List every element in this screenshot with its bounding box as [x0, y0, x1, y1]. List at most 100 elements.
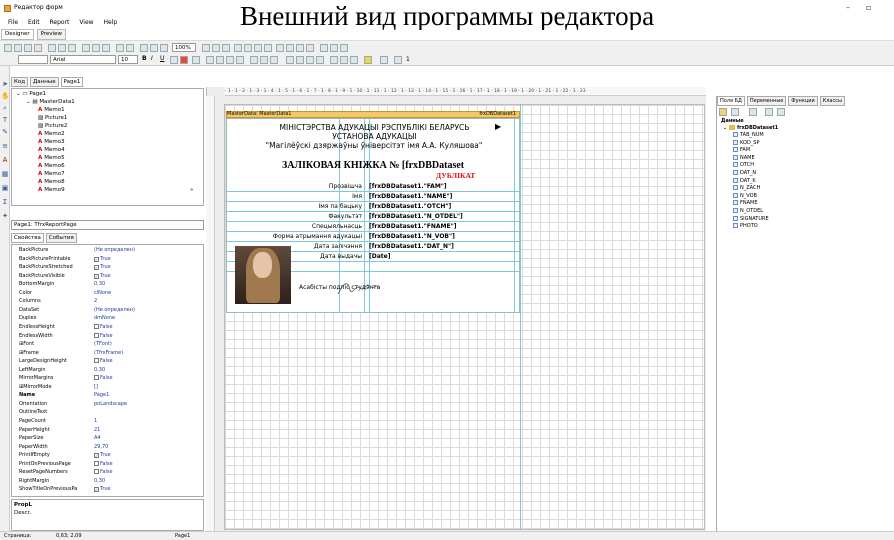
text-bottom-icon[interactable] — [270, 56, 278, 64]
property-row[interactable]: PaperSize A4 — [12, 435, 196, 441]
undo-icon[interactable] — [116, 44, 124, 52]
property-row[interactable]: BackPictureVisible ✓ True — [12, 273, 196, 279]
highlight-icon[interactable] — [170, 56, 178, 64]
checked-checkbox[interactable]: ✓ — [94, 487, 99, 493]
minimize-button[interactable]: – — [846, 3, 850, 12]
band-tool-icon[interactable]: ≡ — [1, 142, 9, 150]
new-page-icon[interactable] — [48, 44, 56, 52]
group-icon[interactable] — [140, 44, 148, 52]
field-icon[interactable] — [765, 108, 773, 116]
property-value[interactable]: False — [94, 375, 113, 381]
text-right-icon[interactable] — [226, 56, 234, 64]
property-value[interactable]: ✓ True — [94, 452, 111, 459]
expand-panel-icon[interactable]: » — [190, 187, 193, 194]
new-dialog-icon[interactable] — [58, 44, 66, 52]
preview-icon[interactable] — [34, 44, 42, 52]
dataset-field[interactable]: TAB_NUM — [733, 132, 764, 138]
dataset-field[interactable]: N_OTDEL — [733, 208, 763, 214]
cut-icon[interactable] — [82, 44, 90, 52]
property-value[interactable]: ✓ True — [94, 486, 111, 493]
more-objects-icon[interactable]: ✦ — [1, 212, 9, 220]
object-select[interactable]: Page1: TfrxReportPage — [11, 220, 204, 230]
property-value[interactable]: False — [94, 469, 113, 475]
align-right-icon[interactable] — [244, 44, 252, 52]
frame-bottom-icon[interactable] — [296, 56, 304, 64]
report-row-field[interactable]: [frxDBDataset1."FAM"] — [369, 183, 447, 190]
property-row[interactable]: BackPictureStretched ✓ True — [12, 264, 196, 271]
property-value[interactable]: 1 — [94, 418, 97, 424]
paste-icon[interactable] — [102, 44, 110, 52]
record-book-heading[interactable]: ЗАЛІКОВАЯ КНІЖКА № [frxDBDataset — [282, 160, 464, 171]
property-row[interactable]: PaperHeight 21 — [12, 427, 196, 433]
tab-functions[interactable]: Функции — [788, 96, 818, 106]
tab-classes[interactable]: Классы — [819, 96, 845, 106]
delete-page-icon[interactable] — [68, 44, 76, 52]
frame-width-value[interactable]: 1 — [406, 56, 410, 63]
tree-item[interactable]: ⌄ ▤ MasterData1 — [26, 99, 75, 106]
menu-edit[interactable]: Edit — [28, 17, 40, 28]
duplicate-label[interactable]: ДУБЛІКАТ — [436, 171, 475, 180]
property-value[interactable]: False — [94, 460, 113, 467]
property-value[interactable]: 0,30 — [94, 367, 105, 373]
property-value[interactable]: clNone — [94, 290, 111, 296]
underline-button[interactable]: U — [160, 55, 164, 62]
property-row[interactable]: LeftMargin 0,30 — [12, 367, 196, 373]
open-icon[interactable] — [14, 44, 22, 52]
dataset-field[interactable]: FNAME — [733, 200, 758, 206]
frame-top-icon[interactable] — [286, 56, 294, 64]
report-row-field[interactable]: [frxDBDataset1."N_OTDEL"] — [369, 213, 463, 220]
space-horz-icon[interactable] — [276, 44, 284, 52]
report-row-field[interactable]: [frxDBDataset1."OTCH"] — [369, 203, 451, 210]
tab-preview[interactable]: Preview — [36, 29, 66, 40]
property-value[interactable]: (Не определен) — [94, 307, 135, 313]
text-justify-icon[interactable] — [236, 56, 244, 64]
frame-all-icon[interactable] — [330, 56, 338, 64]
tab-data[interactable]: Данные — [30, 77, 59, 87]
unchecked-checkbox[interactable] — [94, 323, 99, 329]
select-tool-icon[interactable]: ➤ — [1, 80, 9, 88]
dataset-field[interactable]: DAT_N — [733, 170, 756, 176]
redo-icon[interactable] — [126, 44, 134, 52]
report-row-field[interactable]: [frxDBDataset1."FNAME"] — [369, 223, 456, 230]
unchecked-checkbox[interactable] — [94, 375, 99, 381]
report-row-label[interactable]: Імя па бацьку — [250, 203, 363, 210]
text-middle-icon[interactable] — [260, 56, 268, 64]
align-left-icon[interactable] — [222, 44, 230, 52]
property-value[interactable]: 21 — [94, 427, 100, 433]
property-value[interactable]: (TFont) — [94, 341, 112, 347]
dataset-node[interactable]: ⌄ frxDBDataset1 — [723, 125, 778, 131]
property-row[interactable]: RightMargin 0,30 — [12, 478, 196, 484]
property-row[interactable]: Duplex dmNone — [12, 315, 196, 321]
property-row[interactable]: OutlineText — [12, 409, 196, 415]
frame-right-icon[interactable] — [316, 56, 324, 64]
property-value[interactable]: False — [94, 358, 113, 364]
checked-checkbox[interactable]: ✓ — [94, 265, 99, 271]
fit-grid-icon[interactable] — [212, 44, 220, 52]
zoom-select[interactable]: 100% — [172, 43, 196, 52]
same-height-icon[interactable] — [330, 44, 338, 52]
tab-events[interactable]: События — [45, 233, 77, 243]
property-row[interactable]: BackPicturePrintable ✓ True — [12, 256, 196, 262]
dataset-field[interactable]: NAME — [733, 154, 755, 161]
report-row-field[interactable]: [frxDBDataset1."DAT_N"] — [369, 243, 454, 250]
menu-help[interactable]: Help — [104, 17, 118, 28]
property-row[interactable]: Columns 2 — [12, 298, 196, 304]
tab-variables[interactable]: Переменные — [746, 96, 787, 106]
tree-item[interactable]: A Memo3 — [38, 139, 65, 146]
property-row[interactable]: Orientation poLandscape — [12, 401, 196, 407]
dataset-field[interactable]: PHOTO — [733, 223, 758, 229]
tree-item[interactable]: A Memo8 — [38, 179, 65, 186]
new-report-icon[interactable] — [4, 44, 12, 52]
copy-icon[interactable] — [92, 44, 100, 52]
same-width-icon[interactable] — [320, 44, 328, 52]
align-center-icon[interactable] — [340, 44, 348, 52]
tab-db-fields[interactable]: Поля БД — [717, 96, 745, 106]
report-row-field[interactable]: [frxDBDataset1."N_VOB"] — [369, 233, 455, 240]
dataset-field[interactable]: KOD_SP — [733, 139, 759, 146]
refresh-icon[interactable] — [777, 108, 785, 116]
format-tool-icon[interactable]: ✎ — [1, 128, 9, 136]
report-row-label[interactable]: Спецыяльнасць — [250, 223, 362, 230]
tab-code[interactable]: Код — [11, 77, 29, 87]
property-row[interactable]: PrintOnPreviousPage False — [12, 460, 196, 467]
align-grid-icon[interactable] — [202, 44, 210, 52]
